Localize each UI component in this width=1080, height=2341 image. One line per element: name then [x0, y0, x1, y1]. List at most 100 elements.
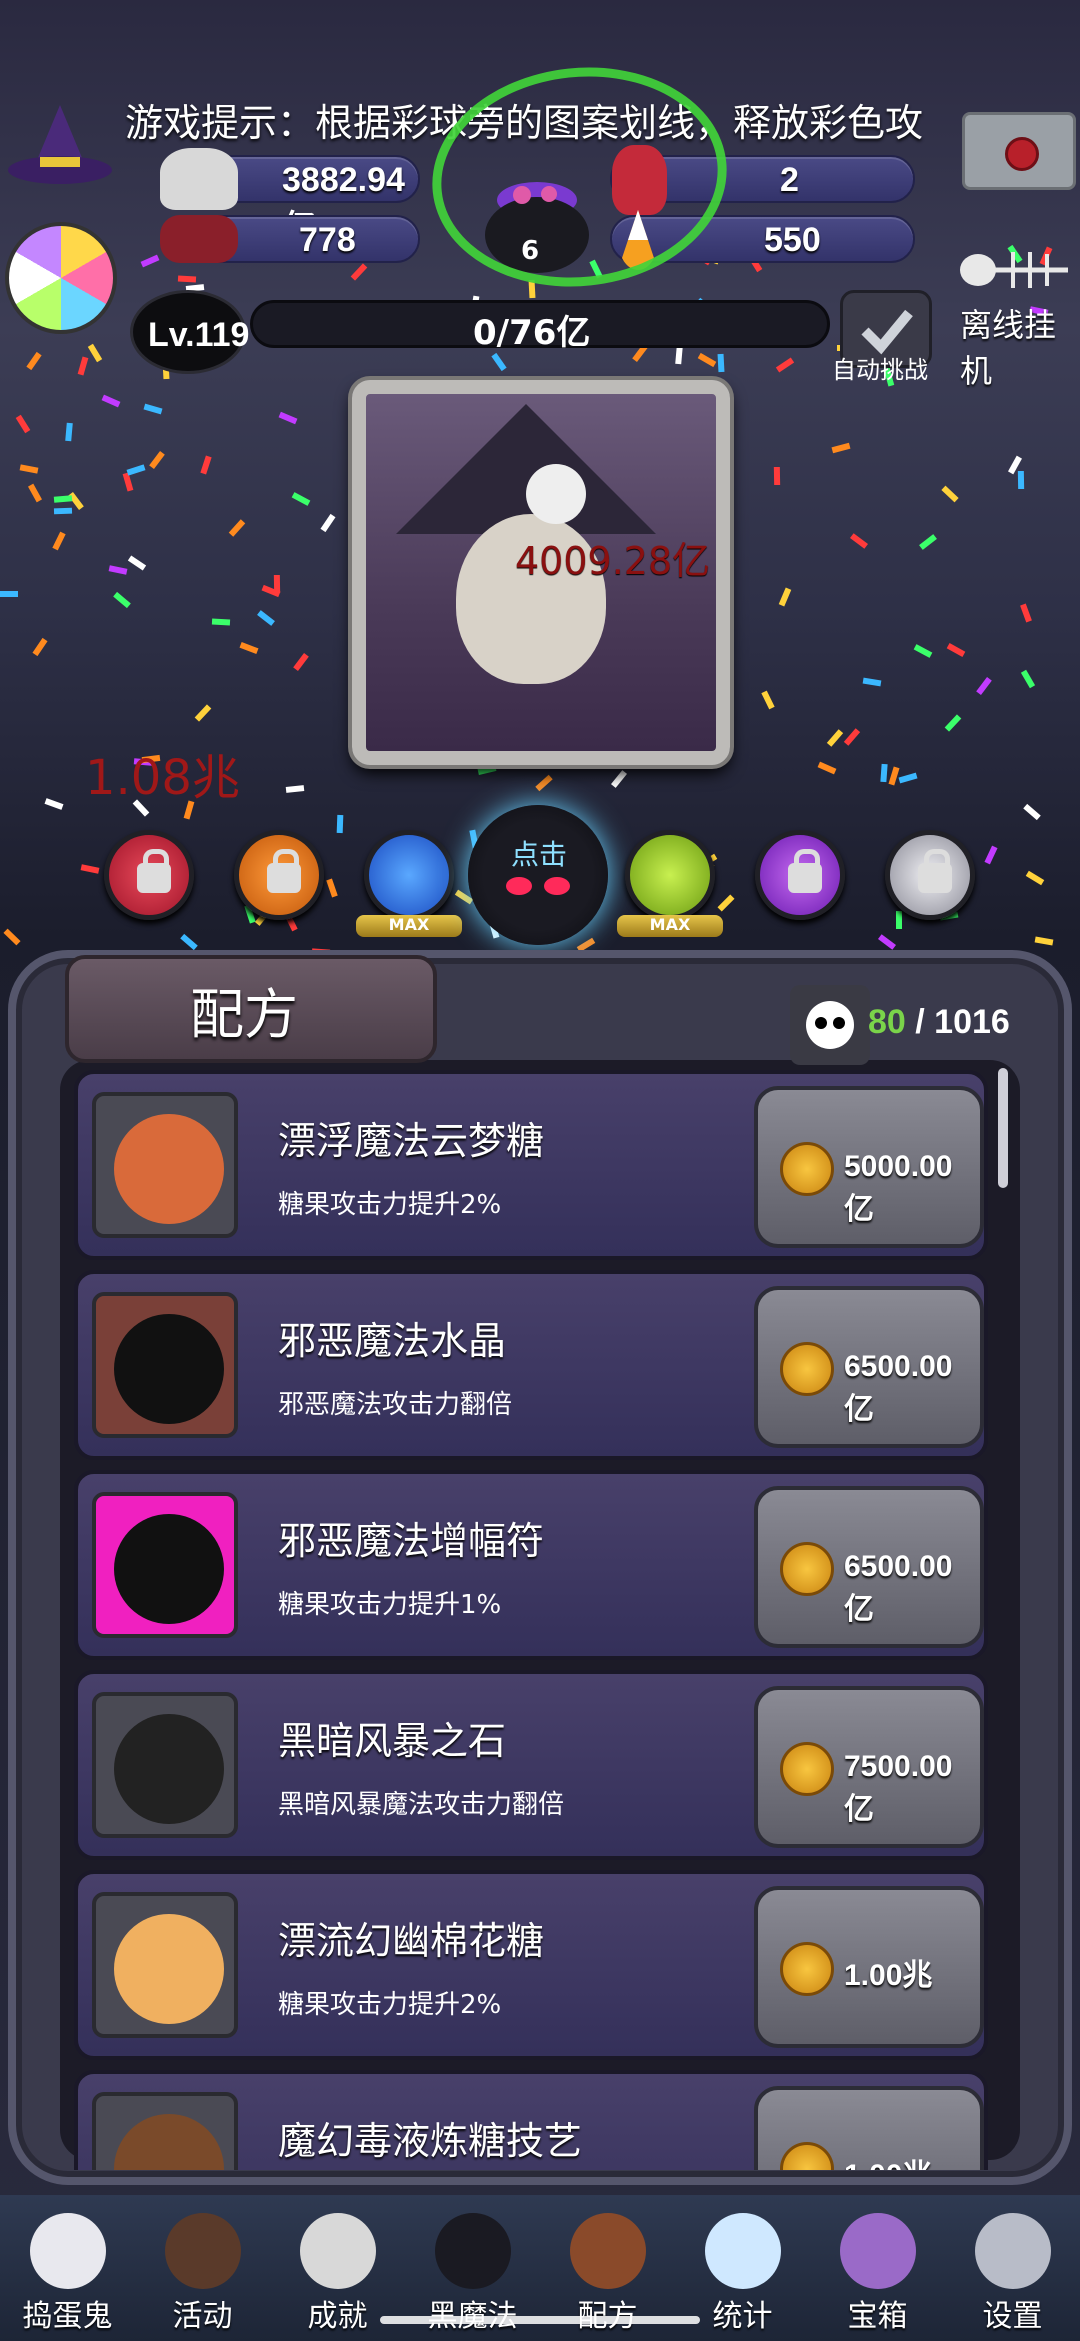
recipe-counter: 80 / 1016: [868, 1003, 1010, 1042]
potion-count: 2: [780, 161, 799, 199]
confetti-piece: [77, 356, 89, 376]
swirl-candy-button[interactable]: [5, 222, 117, 334]
confetti-piece: [108, 565, 128, 575]
confetti-piece: [817, 761, 837, 775]
mail-icon[interactable]: [962, 112, 1076, 190]
recipe-description: 黑暗风暴魔法攻击力翻倍: [278, 1790, 565, 1820]
candy-bag-icon: [160, 148, 238, 210]
recipe-buy-button[interactable]: 5000.00亿: [754, 1086, 984, 1248]
confetti-piece: [843, 728, 861, 746]
confetti-piece: [140, 254, 160, 268]
lock-icon: [267, 849, 301, 893]
recipe-name: 漂流幻幽棉花糖: [278, 1919, 545, 1963]
fish-bone-icon[interactable]: [958, 240, 1078, 300]
confetti-piece: [611, 770, 627, 788]
confetti-piece: [15, 414, 31, 434]
pumpkin-coin-icon: [780, 1342, 834, 1396]
confetti-piece: [862, 677, 882, 687]
nav-item[interactable]: 设置: [945, 2195, 1080, 2341]
confetti-piece: [126, 464, 146, 476]
recipe-list[interactable]: 漂浮魔法云梦糖 糖果攻击力提升2% 5000.00亿 邪恶魔法水晶 邪恶魔法攻击力翻倍 6…: [70, 1070, 995, 2170]
recipe-name: 黑暗风暴之石: [278, 1719, 507, 1763]
orb-red-locked[interactable]: [104, 830, 194, 920]
level-progress-bar: 0/76亿: [250, 300, 830, 353]
confetti-piece: [291, 492, 311, 506]
recipe-price: 7500.00亿: [844, 1750, 953, 1826]
nav-item[interactable]: 宝箱: [810, 2195, 945, 2341]
orb-white-locked[interactable]: [885, 830, 975, 920]
pumpkin-coin-icon: [780, 1542, 834, 1596]
confetti-piece: [1020, 603, 1032, 623]
orb-green[interactable]: [625, 830, 715, 920]
panel-title: 配方: [190, 983, 298, 1046]
recipe-candy-icon: [114, 1314, 224, 1424]
panda-icon: [790, 985, 870, 1065]
nav-item[interactable]: 活动: [135, 2195, 270, 2341]
confetti-piece: [1025, 870, 1045, 886]
orb-purple-locked[interactable]: [755, 830, 845, 920]
recipe-row[interactable]: 漂流幻幽棉花糖糖果攻击力提升2% 1.00兆: [74, 1870, 988, 2060]
lock-icon: [918, 849, 952, 893]
recipe-row[interactable]: 魔幻毒液炼糖技艺 1.00兆: [74, 2070, 988, 2170]
confetti-piece: [200, 455, 212, 475]
orb-orange-locked[interactable]: [234, 830, 324, 920]
confetti-piece: [0, 591, 18, 597]
devil-eye-left: [506, 877, 532, 895]
recipe-thumbnail: [92, 1492, 238, 1638]
recipe-thumbnail: [92, 1692, 238, 1838]
confetti-piece: [19, 464, 39, 474]
confetti-piece: [941, 485, 959, 503]
recipe-row[interactable]: 黑暗风暴之石黑暗风暴魔法攻击力翻倍 7500.00亿: [74, 1670, 988, 1860]
confetti-piece: [919, 534, 937, 550]
recipe-description: 糖果攻击力提升1%: [278, 1590, 502, 1620]
orb-blue[interactable]: [364, 830, 454, 920]
confetti-piece: [976, 677, 992, 695]
confetti-piece: [293, 653, 309, 671]
confetti-piece: [278, 411, 298, 425]
recipe-buy-button[interactable]: 1.00兆: [754, 2086, 984, 2170]
home-indicator[interactable]: [380, 2316, 700, 2324]
game-screen: 游戏提示：根据彩球旁的图案划线，释放彩色攻 3882.94亿 2 778 550…: [0, 0, 1080, 2341]
recipe-book-icon: [570, 2213, 646, 2289]
confetti-piece: [113, 591, 131, 609]
confetti-piece: [26, 351, 42, 371]
recipe-candy-icon: [114, 1714, 224, 1824]
recipe-row[interactable]: 漂浮魔法云梦糖 糖果攻击力提升2% 5000.00亿: [74, 1070, 988, 1260]
nav-label: 活动: [172, 2299, 233, 2334]
pumpkin-coin-icon: [780, 1942, 834, 1996]
recipe-thumbnail: [92, 1292, 238, 1438]
confetti-piece: [1017, 470, 1025, 490]
confetti-piece: [53, 507, 73, 515]
tap-label: 点击: [511, 838, 568, 871]
confetti-piece: [913, 644, 933, 658]
damage-side-text: 1.08兆: [85, 750, 240, 806]
recipe-buy-button[interactable]: 1.00兆: [754, 1886, 984, 2048]
recipe-buy-button[interactable]: 6500.00亿: [754, 1486, 984, 1648]
confetti-piece: [831, 442, 851, 454]
nav-item[interactable]: 捣蛋鬼: [0, 2195, 135, 2341]
pumpkin-coin-icon: [780, 2142, 834, 2170]
confetti-piece: [285, 785, 305, 793]
crystal-ball-icon: [705, 2213, 781, 2289]
recipe-buy-button[interactable]: 7500.00亿: [754, 1686, 984, 1848]
witch-hat-icon[interactable]: [5, 105, 115, 195]
tap-attack-button[interactable]: 点击: [468, 805, 608, 945]
recipe-buy-button[interactable]: 6500.00亿: [754, 1286, 984, 1448]
nav-label: 统计: [712, 2299, 773, 2334]
confetti-piece: [717, 894, 735, 912]
confetti-piece: [194, 704, 212, 722]
list-scrollbar[interactable]: [998, 1068, 1008, 1188]
confetti-piece: [53, 495, 73, 503]
confetti-piece: [320, 513, 336, 533]
confetti-piece: [211, 618, 231, 626]
nav-label: 宝箱: [847, 2299, 908, 2334]
recipe-row[interactable]: 邪恶魔法增幅符 糖果攻击力提升1% 6500.00亿: [74, 1470, 988, 1660]
lock-icon: [137, 849, 171, 893]
recipe-row[interactable]: 邪恶魔法水晶 邪恶魔法攻击力翻倍 6500.00亿: [74, 1270, 988, 1460]
offline-idle-button[interactable]: 离线挂机: [960, 300, 1080, 392]
confetti-piece: [1034, 936, 1054, 946]
recipe-name: 邪恶魔法水晶: [278, 1319, 507, 1363]
recipe-price: 5000.00亿: [844, 1150, 953, 1226]
confetti-piece: [180, 933, 198, 951]
recipe-description: 糖果攻击力提升2%: [278, 1990, 502, 2020]
